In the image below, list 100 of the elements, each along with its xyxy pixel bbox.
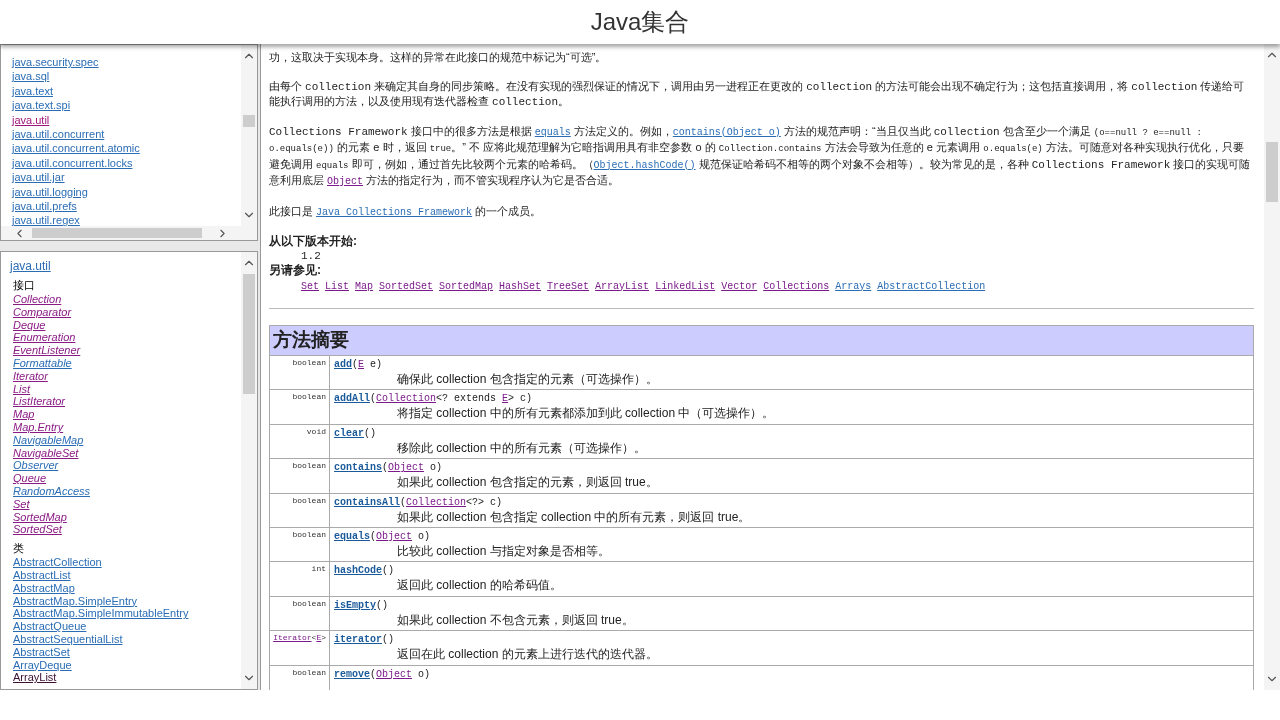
package-link[interactable]: java.util.concurrent.atomic bbox=[12, 141, 241, 156]
package-link[interactable]: java.util bbox=[12, 112, 241, 128]
type-link[interactable]: Observer bbox=[13, 459, 59, 473]
see-also-link[interactable]: ArrayList bbox=[595, 280, 650, 292]
method-link[interactable]: add bbox=[334, 359, 352, 370]
type-link[interactable]: Map.Entry bbox=[13, 420, 64, 434]
link[interactable]: Java Collections Framework bbox=[316, 206, 473, 218]
link[interactable]: equals bbox=[534, 126, 571, 138]
link[interactable]: E bbox=[502, 393, 509, 405]
method-link[interactable]: equals bbox=[334, 530, 370, 542]
method-link[interactable]: hashCode bbox=[334, 565, 382, 577]
type-link[interactable]: AbstractSequentialList bbox=[13, 632, 123, 646]
link[interactable]: Object bbox=[388, 462, 425, 474]
type-link[interactable]: AbstractQueue bbox=[13, 620, 87, 633]
see-also-link[interactable]: Vector bbox=[721, 280, 758, 292]
package-link[interactable]: java.util.logging bbox=[12, 184, 241, 200]
method-description: 返回在此 collection 的元素上进行迭代的迭代器。 bbox=[396, 646, 659, 663]
see-also-link[interactable]: LinkedList bbox=[655, 280, 716, 292]
return-type-cell: boolean bbox=[270, 527, 330, 562]
paragraph: 由每个 collection 来确定其自身的同步策略。在没有实现的强烈保证的情况下，调用由另一进程正在更改的 collection 的方法可能会出现不确定行为；这包括直接调用，将 collection 传递给可能执行调用的方法，以及使用现有迭代器检查 collection。 bbox=[269, 78, 1246, 110]
method-link[interactable]: clear bbox=[334, 427, 364, 439]
type-link[interactable]: Collection bbox=[13, 293, 62, 306]
type-link[interactable]: Iterator bbox=[13, 369, 48, 383]
return-type-cell: boolean bbox=[270, 665, 330, 690]
type-link[interactable]: AbstractMap.SimpleEntry bbox=[13, 594, 138, 608]
see-also-link[interactable]: AbstractCollection bbox=[877, 280, 986, 292]
link[interactable]: Object bbox=[376, 668, 413, 680]
type-link[interactable]: AbstractSet bbox=[13, 645, 70, 659]
see-also-link[interactable]: Set bbox=[301, 280, 319, 292]
package-link[interactable]: java.sql bbox=[12, 69, 241, 84]
type-link[interactable]: Deque bbox=[13, 318, 46, 332]
type-link[interactable]: EventListener bbox=[13, 344, 81, 357]
method-link[interactable]: isEmpty bbox=[334, 599, 376, 611]
type-link[interactable]: List bbox=[13, 382, 31, 396]
method-link[interactable]: remove bbox=[334, 668, 370, 680]
scroll-thumb[interactable] bbox=[243, 274, 255, 394]
type-link[interactable]: Queue bbox=[13, 472, 47, 485]
see-also-link[interactable]: Arrays bbox=[835, 280, 872, 292]
type-link[interactable]: SortedSet bbox=[13, 523, 62, 537]
method-description: 返回此 collection 的哈希码值。 bbox=[396, 577, 563, 594]
type-link[interactable]: ListIterator bbox=[13, 395, 65, 409]
link[interactable]: contains(Object o) bbox=[672, 126, 781, 138]
method-link[interactable]: containsAll bbox=[334, 496, 400, 508]
link[interactable]: Object bbox=[376, 530, 413, 542]
see-also-link[interactable]: HashSet bbox=[499, 280, 542, 292]
see-also-link[interactable]: Collections bbox=[763, 280, 830, 292]
link[interactable]: Object bbox=[327, 176, 364, 187]
scroll-thumb[interactable] bbox=[32, 228, 202, 238]
return-type-cell: boolean bbox=[270, 356, 330, 390]
package-link[interactable]: java.security.spec bbox=[12, 55, 241, 70]
method-signature: addAll(Collection<? extends E> c) bbox=[334, 392, 533, 406]
type-link[interactable]: Map bbox=[13, 408, 35, 421]
type-link[interactable]: NavigableSet bbox=[13, 446, 79, 460]
see-also-link[interactable]: Map bbox=[355, 280, 374, 292]
see-also-link[interactable]: TreeSet bbox=[547, 280, 590, 292]
method-link[interactable]: addAll bbox=[334, 393, 370, 405]
package-link[interactable]: java.util.jar bbox=[12, 170, 241, 185]
link[interactable]: E bbox=[316, 633, 322, 643]
type-link[interactable]: ArrayList bbox=[13, 671, 57, 685]
scroll-thumb[interactable] bbox=[1266, 142, 1278, 202]
horizontal-scrollbar[interactable] bbox=[1, 226, 257, 240]
type-link[interactable]: ArrayDeque bbox=[13, 658, 72, 672]
package-link[interactable]: java.util.prefs bbox=[12, 199, 241, 214]
link[interactable]: Collection bbox=[406, 496, 467, 508]
scrollbar[interactable] bbox=[241, 45, 257, 226]
see-also-link[interactable]: SortedMap bbox=[439, 280, 494, 292]
link[interactable]: Iterator bbox=[273, 633, 312, 643]
method-signature: containsAll(Collection<?> c) bbox=[334, 495, 503, 509]
type-link[interactable]: AbstractMap.SimpleImmutableEntry bbox=[13, 607, 189, 621]
method-link[interactable]: contains bbox=[334, 462, 382, 474]
type-link[interactable]: AbstractMap bbox=[13, 581, 75, 595]
scroll-thumb[interactable] bbox=[243, 115, 255, 127]
package-link[interactable]: java.util.regex bbox=[12, 213, 241, 226]
section-header: 方法摘要 bbox=[270, 326, 1253, 355]
package-title-link[interactable]: java.util bbox=[10, 258, 51, 274]
type-link[interactable]: AbstractList bbox=[13, 568, 71, 582]
type-link[interactable]: NavigableMap bbox=[13, 433, 84, 447]
type-link[interactable]: AbstractCollection bbox=[13, 556, 102, 569]
type-link[interactable]: Enumeration bbox=[13, 331, 76, 345]
since-label: 从以下版本开始: bbox=[269, 234, 358, 249]
type-link[interactable]: Formattable bbox=[13, 357, 72, 370]
link[interactable]: E bbox=[358, 359, 365, 370]
method-signature: remove(Object o) bbox=[334, 667, 431, 681]
link[interactable]: Collection bbox=[376, 393, 437, 405]
package-link[interactable]: java.util.concurrent.locks bbox=[12, 155, 241, 171]
method-link[interactable]: iterator bbox=[334, 634, 382, 646]
package-link[interactable]: java.util.concurrent bbox=[12, 127, 241, 142]
type-link[interactable]: SortedMap bbox=[13, 510, 67, 524]
type-link[interactable]: Set bbox=[13, 497, 30, 511]
return-type-cell: void bbox=[270, 424, 330, 459]
see-also-link[interactable]: SortedSet bbox=[379, 280, 434, 292]
package-link[interactable]: java.text bbox=[12, 83, 241, 99]
see-also-link[interactable]: List bbox=[325, 280, 350, 292]
scrollbar[interactable] bbox=[1264, 44, 1280, 690]
link[interactable]: Object.hashCode() bbox=[593, 159, 696, 171]
method-description: 如果此 collection 包含指定的元素，则返回 true。 bbox=[396, 474, 659, 491]
package-link[interactable]: java.text.spi bbox=[12, 98, 241, 113]
type-link[interactable]: RandomAccess bbox=[13, 484, 91, 498]
type-link[interactable]: Comparator bbox=[13, 305, 72, 319]
scrollbar[interactable] bbox=[241, 252, 257, 689]
